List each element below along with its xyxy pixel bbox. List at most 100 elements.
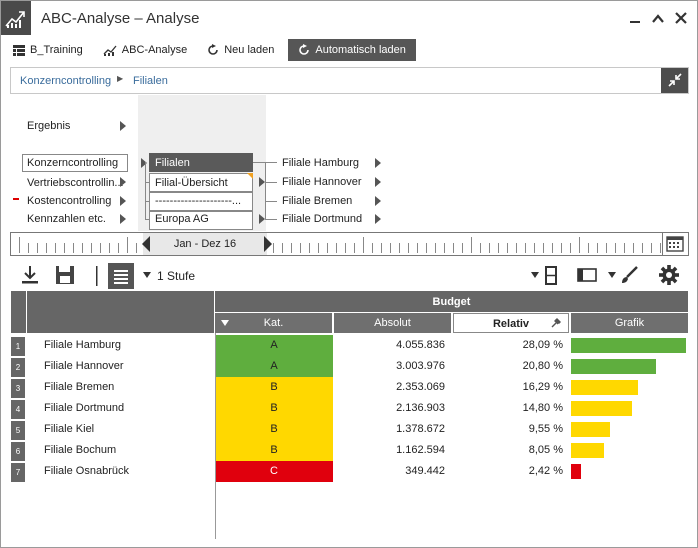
nav-item-filialen[interactable]: Filialen — [149, 153, 253, 172]
timeline-tick — [73, 243, 74, 253]
dropdown-arrow-icon[interactable] — [531, 271, 539, 283]
timeline-tick — [354, 243, 355, 253]
column-layout-button[interactable] — [577, 267, 597, 286]
timeline-tick — [435, 243, 436, 253]
nav-item-europa-ag[interactable]: Europa AG — [155, 213, 209, 225]
digit-display-icon — [545, 266, 557, 285]
timeline-tick — [606, 243, 607, 253]
expand-arrow-icon[interactable] — [120, 121, 126, 131]
row-number: 5 — [11, 421, 25, 440]
row-name[interactable]: Filiale Hannover — [44, 356, 123, 377]
b-training-button[interactable]: B_Training — [7, 39, 89, 61]
expand-arrow-icon[interactable] — [375, 177, 381, 187]
abc-analyse-button[interactable]: ABC-Analyse — [97, 39, 193, 61]
relativ-cell: 9,55 % — [528, 423, 563, 435]
grafik-label: Grafik — [614, 317, 645, 329]
level-dropdown-icon[interactable] — [143, 271, 151, 283]
row-name[interactable]: Filiale Bremen — [44, 377, 114, 398]
breadcrumb-separator-icon: ▶ — [117, 74, 124, 83]
table-icon — [13, 44, 25, 56]
grafik-bar — [571, 359, 657, 374]
auto-reload-label: Automatisch laden — [315, 44, 406, 56]
expand-arrow-icon[interactable] — [375, 158, 381, 168]
row-name[interactable]: Filiale Hamburg — [44, 335, 121, 356]
table-view-button[interactable] — [108, 263, 134, 292]
nav-item-filiale-hamburg[interactable]: Filiale Hamburg — [282, 157, 359, 169]
abc-analyse-label: ABC-Analyse — [121, 44, 188, 56]
row-name[interactable]: Filiale Kiel — [44, 419, 94, 440]
nav-item-kostencontrolling[interactable]: Kostencontrolling — [27, 195, 111, 207]
relativ-cell: 28,09 % — [522, 339, 563, 351]
calendar-icon — [666, 236, 684, 252]
relativ-cell: 16,29 % — [522, 381, 563, 393]
expand-arrow-icon[interactable] — [120, 196, 126, 206]
timeline-tick — [588, 243, 589, 253]
download-button[interactable] — [21, 265, 39, 288]
nav-item-konzerncontrolling[interactable]: Konzerncontrolling — [27, 157, 118, 169]
growth-chart-icon — [5, 11, 25, 28]
nav-item-filiale-dortmund[interactable]: Filiale Dortmund — [282, 213, 362, 225]
expand-arrow-icon[interactable] — [141, 158, 147, 168]
column-header-relativ[interactable]: Relativ — [453, 313, 569, 333]
format-brush-button[interactable] — [619, 265, 639, 288]
list-view-icon — [108, 263, 134, 289]
row-name[interactable]: Filiale Dortmund — [44, 398, 124, 419]
kat-cell: A — [215, 356, 333, 377]
save-button[interactable] — [55, 265, 75, 288]
grafik-bar — [571, 380, 638, 395]
row-name[interactable]: Filiale Osnabrück — [44, 461, 129, 482]
breadcrumb-item-filialen[interactable]: Filialen — [133, 75, 168, 87]
absolut-cell: 1.162.594 — [396, 444, 445, 456]
timeline-tick — [489, 243, 490, 253]
nav-item-kennzahlen[interactable]: Kennzahlen etc. — [27, 213, 106, 225]
calendar-button[interactable] — [662, 233, 688, 255]
chart-icon — [103, 44, 117, 56]
digit-format-button[interactable] — [544, 265, 558, 290]
grafik-bar — [571, 443, 604, 458]
reload-button[interactable]: Neu laden — [201, 39, 280, 61]
save-icon — [56, 266, 74, 284]
column-header-grafik[interactable]: Grafik — [571, 313, 688, 333]
minimize-button[interactable] — [626, 9, 644, 27]
timeline-tick — [498, 243, 499, 253]
analysis-window: ABC-Analyse – Analyse B_Training ABC-Ana… — [0, 0, 698, 548]
nav-item-filiale-hannover[interactable]: Filiale Hannover — [282, 176, 361, 188]
nav-item-ergebnis[interactable]: Ergebnis — [27, 120, 70, 132]
timeline-tick — [136, 243, 137, 253]
breadcrumb-item-konzerncontrolling[interactable]: Konzerncontrolling — [20, 75, 111, 87]
dropdown-arrow-icon[interactable] — [608, 271, 616, 283]
maximize-button[interactable] — [649, 9, 667, 27]
timeline-tick — [127, 237, 128, 253]
timeline-tick — [28, 243, 29, 253]
expand-arrow-icon[interactable] — [375, 196, 381, 206]
timeline-slider[interactable]: Jan - Dez 16 — [10, 232, 689, 256]
absolut-cell: 349.442 — [405, 465, 445, 477]
row-number: 4 — [11, 400, 25, 419]
absolut-cell: 2.136.903 — [396, 402, 445, 414]
row-name[interactable]: Filiale Bochum — [44, 440, 116, 461]
tree-connector — [265, 201, 277, 202]
grafik-bar — [571, 464, 581, 479]
nav-item-vertriebscontrolling[interactable]: Vertriebscontrollin... — [27, 177, 124, 189]
expand-arrow-icon[interactable] — [375, 214, 381, 224]
timeline-tick — [336, 243, 337, 253]
nav-item-filial-uebersicht[interactable]: Filial-Übersicht — [155, 177, 228, 189]
timeline-tick — [291, 243, 292, 253]
timeline-tick — [624, 243, 625, 253]
relativ-cell: 20,80 % — [522, 360, 563, 372]
collapse-navigator-button[interactable] — [661, 68, 688, 93]
timeline-tick — [507, 243, 508, 253]
level-dropdown[interactable]: 1 Stufe — [157, 269, 195, 283]
settings-button[interactable] — [658, 264, 680, 289]
nav-item-filiale-bremen[interactable]: Filiale Bremen — [282, 195, 352, 207]
column-header-absolut[interactable]: Absolut — [334, 313, 451, 333]
expand-arrow-icon[interactable] — [120, 214, 126, 224]
row-number: 7 — [11, 463, 25, 482]
pin-icon — [551, 318, 561, 328]
close-button[interactable] — [672, 9, 690, 27]
auto-reload-button[interactable]: Automatisch laden — [288, 39, 416, 61]
kat-cell: B — [215, 419, 333, 440]
expand-arrow-icon[interactable] — [120, 177, 126, 187]
timeline-tick — [480, 243, 481, 253]
column-header-kat[interactable]: Kat. — [215, 313, 332, 333]
